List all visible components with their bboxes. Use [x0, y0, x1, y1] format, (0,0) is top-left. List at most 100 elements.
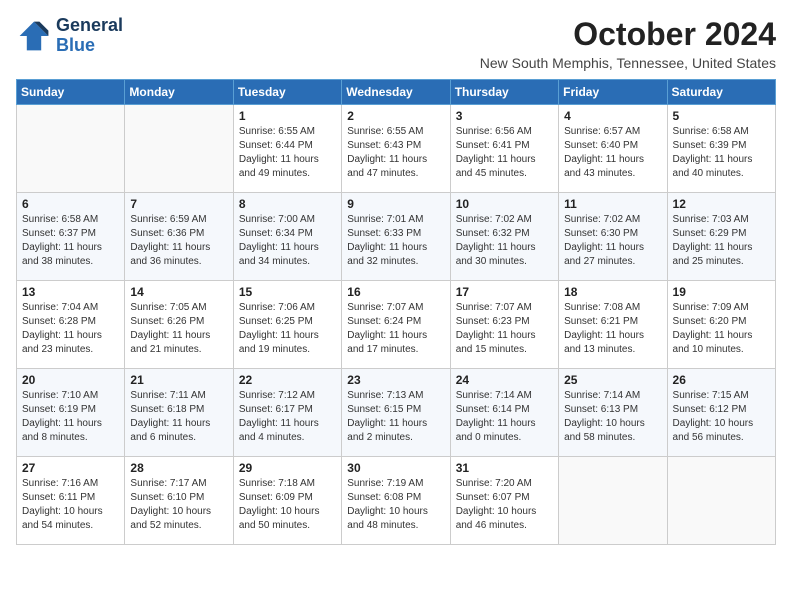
week-row-4: 20 Sunrise: 7:10 AMSunset: 6:19 PMDayligh…	[17, 369, 776, 457]
calendar-cell: 11 Sunrise: 7:02 AMSunset: 6:30 PMDayligh…	[559, 193, 667, 281]
calendar-cell: 28 Sunrise: 7:17 AMSunset: 6:10 PMDayligh…	[125, 457, 233, 545]
day-number: 1	[239, 109, 336, 123]
day-number: 27	[22, 461, 119, 475]
calendar-cell: 22Sunrise: 7:12 AMSunset: 6:17 PMDayligh…	[233, 369, 341, 457]
calendar-cell	[125, 105, 233, 193]
calendar-cell: 23Sunrise: 7:13 AMSunset: 6:15 PMDayligh…	[342, 369, 450, 457]
day-info: Sunrise: 7:00 AMSunset: 6:34 PMDaylight:…	[239, 213, 336, 269]
day-number: 13	[22, 285, 119, 299]
calendar-cell: 14Sunrise: 7:05 AMSunset: 6:26 PMDayligh…	[125, 281, 233, 369]
day-number: 29	[239, 461, 336, 475]
calendar-cell	[667, 457, 775, 545]
calendar-cell: 20 Sunrise: 7:10 AMSunset: 6:19 PMDayligh…	[17, 369, 125, 457]
day-info: Sunrise: 6:58 AMSunset: 6:39 PMDaylight:…	[673, 125, 770, 181]
day-number: 21	[130, 373, 227, 387]
day-info: Sunrise: 7:19 AMSunset: 6:08 PMDaylight:…	[347, 477, 444, 533]
calendar-cell: 4Sunrise: 6:57 AMSunset: 6:40 PMDaylight…	[559, 105, 667, 193]
day-info: Sunrise: 7:06 AMSunset: 6:25 PMDaylight:…	[239, 301, 336, 357]
day-number: 10	[456, 197, 553, 211]
calendar-cell: 5 Sunrise: 6:58 AMSunset: 6:39 PMDaylight…	[667, 105, 775, 193]
calendar-cell: 30Sunrise: 7:19 AMSunset: 6:08 PMDayligh…	[342, 457, 450, 545]
day-info: Sunrise: 6:59 AMSunset: 6:36 PMDaylight:…	[130, 213, 227, 269]
day-number: 16	[347, 285, 444, 299]
day-info: Sunrise: 7:07 AMSunset: 6:23 PMDaylight:…	[456, 301, 553, 357]
logo-text-blue: Blue	[56, 36, 123, 56]
day-info: Sunrise: 7:04 AMSunset: 6:28 PMDaylight:…	[22, 301, 119, 357]
week-row-1: 1 Sunrise: 6:55 AMSunset: 6:44 PMDaylight…	[17, 105, 776, 193]
calendar-cell	[17, 105, 125, 193]
calendar-cell: 9 Sunrise: 7:01 AMSunset: 6:33 PMDaylight…	[342, 193, 450, 281]
day-info: Sunrise: 7:17 AMSunset: 6:10 PMDaylight:…	[130, 477, 227, 533]
calendar-cell: 3 Sunrise: 6:56 AMSunset: 6:41 PMDaylight…	[450, 105, 558, 193]
day-info: Sunrise: 7:08 AMSunset: 6:21 PMDaylight:…	[564, 301, 661, 357]
day-info: Sunrise: 6:58 AMSunset: 6:37 PMDaylight:…	[22, 213, 119, 269]
day-info: Sunrise: 7:02 AMSunset: 6:30 PMDaylight:…	[564, 213, 661, 269]
day-info: Sunrise: 7:10 AMSunset: 6:19 PMDaylight:…	[22, 389, 119, 445]
page-header: General Blue October 2024 New South Memp…	[16, 16, 776, 71]
calendar-cell: 18Sunrise: 7:08 AMSunset: 6:21 PMDayligh…	[559, 281, 667, 369]
day-number: 7	[130, 197, 227, 211]
day-number: 25	[564, 373, 661, 387]
week-row-5: 27 Sunrise: 7:16 AMSunset: 6:11 PMDayligh…	[17, 457, 776, 545]
calendar-cell: 31 Sunrise: 7:20 AMSunset: 6:07 PMDayligh…	[450, 457, 558, 545]
day-info: Sunrise: 7:05 AMSunset: 6:26 PMDaylight:…	[130, 301, 227, 357]
calendar-header-row: SundayMondayTuesdayWednesdayThursdayFrid…	[17, 80, 776, 105]
day-number: 15	[239, 285, 336, 299]
day-number: 6	[22, 197, 119, 211]
day-number: 2	[347, 109, 444, 123]
logo: General Blue	[16, 16, 123, 56]
col-header-monday: Monday	[125, 80, 233, 105]
week-row-3: 13 Sunrise: 7:04 AMSunset: 6:28 PMDayligh…	[17, 281, 776, 369]
day-info: Sunrise: 7:20 AMSunset: 6:07 PMDaylight:…	[456, 477, 553, 533]
calendar-cell: 17 Sunrise: 7:07 AMSunset: 6:23 PMDayligh…	[450, 281, 558, 369]
day-info: Sunrise: 7:03 AMSunset: 6:29 PMDaylight:…	[673, 213, 770, 269]
calendar-cell: 2Sunrise: 6:55 AMSunset: 6:43 PMDaylight…	[342, 105, 450, 193]
calendar-cell: 25 Sunrise: 7:14 AMSunset: 6:13 PMDayligh…	[559, 369, 667, 457]
calendar-cell: 7 Sunrise: 6:59 AMSunset: 6:36 PMDaylight…	[125, 193, 233, 281]
day-info: Sunrise: 7:01 AMSunset: 6:33 PMDaylight:…	[347, 213, 444, 269]
day-number: 24	[456, 373, 553, 387]
col-header-wednesday: Wednesday	[342, 80, 450, 105]
day-number: 8	[239, 197, 336, 211]
day-info: Sunrise: 7:07 AMSunset: 6:24 PMDaylight:…	[347, 301, 444, 357]
day-info: Sunrise: 7:02 AMSunset: 6:32 PMDaylight:…	[456, 213, 553, 269]
calendar-table: SundayMondayTuesdayWednesdayThursdayFrid…	[16, 79, 776, 545]
day-info: Sunrise: 6:56 AMSunset: 6:41 PMDaylight:…	[456, 125, 553, 181]
col-header-saturday: Saturday	[667, 80, 775, 105]
day-number: 23	[347, 373, 444, 387]
day-number: 26	[673, 373, 770, 387]
day-number: 9	[347, 197, 444, 211]
calendar-cell: 26 Sunrise: 7:15 AMSunset: 6:12 PMDayligh…	[667, 369, 775, 457]
day-number: 28	[130, 461, 227, 475]
calendar-cell: 21 Sunrise: 7:11 AMSunset: 6:18 PMDayligh…	[125, 369, 233, 457]
day-number: 19	[673, 285, 770, 299]
logo-text-general: General	[56, 16, 123, 36]
day-number: 12	[673, 197, 770, 211]
month-title: October 2024	[480, 16, 776, 53]
day-info: Sunrise: 6:55 AMSunset: 6:44 PMDaylight:…	[239, 125, 336, 181]
day-info: Sunrise: 7:14 AMSunset: 6:14 PMDaylight:…	[456, 389, 553, 445]
day-info: Sunrise: 7:15 AMSunset: 6:12 PMDaylight:…	[673, 389, 770, 445]
logo-icon	[16, 18, 52, 54]
col-header-thursday: Thursday	[450, 80, 558, 105]
day-number: 22	[239, 373, 336, 387]
day-number: 11	[564, 197, 661, 211]
calendar-cell: 27 Sunrise: 7:16 AMSunset: 6:11 PMDayligh…	[17, 457, 125, 545]
calendar-cell: 24 Sunrise: 7:14 AMSunset: 6:14 PMDayligh…	[450, 369, 558, 457]
day-number: 20	[22, 373, 119, 387]
day-number: 31	[456, 461, 553, 475]
day-info: Sunrise: 7:18 AMSunset: 6:09 PMDaylight:…	[239, 477, 336, 533]
day-number: 4	[564, 109, 661, 123]
calendar-cell: 13 Sunrise: 7:04 AMSunset: 6:28 PMDayligh…	[17, 281, 125, 369]
day-info: Sunrise: 7:14 AMSunset: 6:13 PMDaylight:…	[564, 389, 661, 445]
calendar-cell: 10 Sunrise: 7:02 AMSunset: 6:32 PMDayligh…	[450, 193, 558, 281]
day-info: Sunrise: 7:16 AMSunset: 6:11 PMDaylight:…	[22, 477, 119, 533]
day-number: 5	[673, 109, 770, 123]
day-info: Sunrise: 7:11 AMSunset: 6:18 PMDaylight:…	[130, 389, 227, 445]
calendar-cell: 8 Sunrise: 7:00 AMSunset: 6:34 PMDaylight…	[233, 193, 341, 281]
day-number: 17	[456, 285, 553, 299]
calendar-cell: 16 Sunrise: 7:07 AMSunset: 6:24 PMDayligh…	[342, 281, 450, 369]
calendar-cell: 19Sunrise: 7:09 AMSunset: 6:20 PMDayligh…	[667, 281, 775, 369]
day-number: 3	[456, 109, 553, 123]
week-row-2: 6 Sunrise: 6:58 AMSunset: 6:37 PMDaylight…	[17, 193, 776, 281]
